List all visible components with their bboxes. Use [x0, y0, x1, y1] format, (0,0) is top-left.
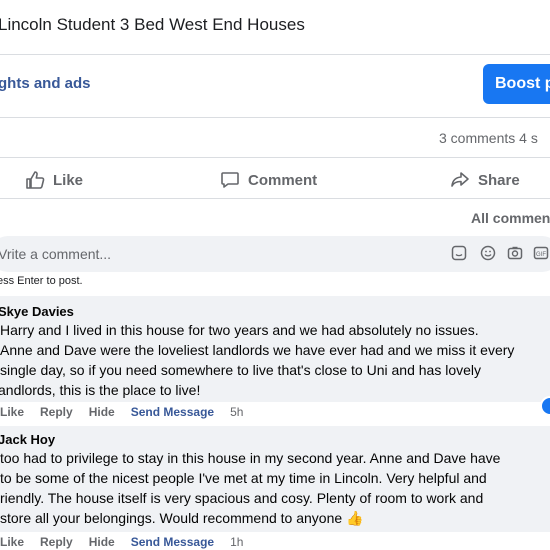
comment-timestamp[interactable]: 1h	[230, 535, 243, 549]
comment-author[interactable]: Jack Hoy	[0, 432, 55, 447]
comment-label: Comment	[248, 171, 318, 189]
comment-text: Harry and I lived in this house for two …	[0, 320, 550, 400]
camera-icon[interactable]	[507, 245, 523, 261]
comment-timestamp[interactable]: 5h	[230, 405, 243, 419]
comment-send-message-link[interactable]: Send Message	[131, 535, 214, 549]
thumbs-up-icon	[26, 171, 45, 189]
comment-author[interactable]: Skye Davies	[0, 304, 74, 319]
comment-line: too had to privilege to stay in this hou…	[0, 450, 501, 466]
press-enter-hint: ess Enter to post.	[0, 275, 83, 287]
divider	[0, 54, 550, 55]
comment-button[interactable]: Comment	[220, 170, 317, 190]
comment-send-message-link[interactable]: Send Message	[131, 405, 214, 419]
share-button[interactable]: Share	[450, 170, 520, 190]
comment-reply-link[interactable]: Reply	[40, 405, 73, 419]
comment-share-counts[interactable]: 3 comments 4 s	[439, 130, 538, 146]
divider	[0, 157, 550, 158]
comment-line: to be some of the nicest people I've met…	[0, 470, 487, 486]
comment-like-link[interactable]: Like	[0, 535, 24, 549]
comment-line: Anne and Dave were the loveliest landlor…	[0, 342, 515, 358]
comment-reply-link[interactable]: Reply	[40, 535, 73, 549]
comment-line: riendly. The house itself is very spacio…	[0, 490, 484, 506]
like-button[interactable]: Like	[25, 170, 83, 190]
comment-line: single day, so if you need somewhere to …	[0, 362, 482, 378]
share-label: Share	[478, 171, 520, 189]
comment-actions: Like Reply Hide Send Message 1h	[0, 535, 243, 549]
insights-link[interactable]: ghts and ads	[0, 75, 91, 92]
boost-post-button[interactable]: Boost p	[483, 64, 550, 104]
comment-bubble-icon	[221, 172, 239, 188]
comment-line: store all your belongings. Would recomme…	[0, 510, 364, 526]
post-title: Lincoln Student 3 Bed West End Houses	[0, 15, 305, 34]
all-comments-filter[interactable]: All commen	[471, 210, 550, 226]
svg-text:GIF: GIF	[536, 252, 546, 258]
emoji-icon[interactable]	[480, 245, 496, 261]
share-arrow-icon	[451, 172, 469, 187]
comment-line: Harry and I lived in this house for two …	[0, 322, 479, 338]
divider	[0, 198, 550, 199]
comment-actions: Like Reply Hide Send Message 5h	[0, 405, 243, 419]
divider	[0, 117, 550, 118]
like-label: Like	[53, 171, 84, 189]
comment-text: too had to privilege to stay in this hou…	[0, 448, 550, 528]
sticker-icon[interactable]	[451, 245, 467, 261]
comment-hide-link[interactable]: Hide	[89, 405, 115, 419]
comment-hide-link[interactable]: Hide	[89, 535, 115, 549]
gif-icon[interactable]: GIF	[533, 245, 549, 261]
comment-line: andlords, this is the place to live!	[0, 382, 201, 398]
comment-like-link[interactable]: Like	[0, 405, 24, 419]
reaction-badge[interactable]	[540, 396, 550, 416]
comment-placeholder[interactable]: Vrite a comment...	[0, 246, 111, 262]
